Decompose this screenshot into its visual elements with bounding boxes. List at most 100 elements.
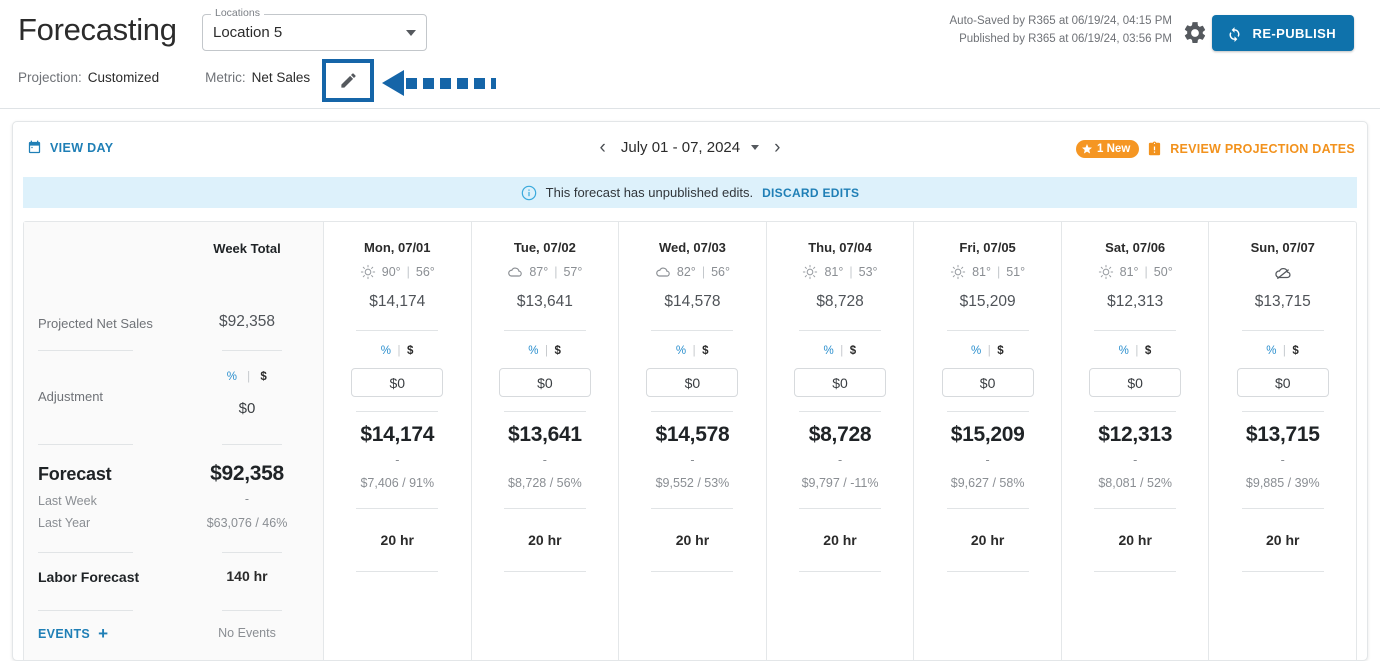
new-badge[interactable]: 1 New — [1076, 140, 1140, 158]
chevron-down-icon — [406, 29, 416, 36]
card-toolbar: VIEW DAY ‹ July 01 - 07, 2024 › 1 New RE… — [13, 122, 1367, 177]
week-total-forecast: $92,358 — [210, 462, 284, 485]
adjustment-input[interactable]: $0 — [498, 368, 591, 397]
day-header: Thu, 07/04 81° | 53° — [777, 222, 904, 280]
arrow-dash — [457, 77, 468, 89]
locations-select-label: Locations — [211, 7, 264, 19]
new-badge-label: 1 New — [1097, 143, 1131, 155]
review-projection-dates-link[interactable]: REVIEW PROJECTION DATES — [1170, 142, 1355, 156]
adjustment-cell: % | $ $0 — [334, 331, 461, 411]
toggle-dollar[interactable]: $ — [260, 371, 267, 383]
clipboard-alert-icon[interactable] — [1147, 141, 1162, 157]
labor-forecast-value: 20 hr — [823, 532, 857, 548]
row-label-last-week: Last Week — [38, 494, 97, 508]
events-cell[interactable] — [629, 572, 756, 612]
metric-label: Metric: — [205, 70, 246, 85]
last-week-value: - — [690, 453, 695, 467]
divider — [222, 610, 282, 611]
day-name: Thu, 07/04 — [808, 240, 872, 255]
day-column: Mon, 07/01 90° | 56° $14,174% | $ $0 $14,174 - $7,… — [324, 222, 472, 660]
forecast-cell: $12,313 - $8,081 / 52% — [1072, 412, 1199, 508]
toggle-separator: | — [1135, 345, 1139, 357]
day-header: Sun, 07/07 — [1219, 222, 1346, 280]
day-header: Fri, 07/05 81° | 51° — [924, 222, 1051, 280]
prev-week-button[interactable]: ‹ — [587, 138, 619, 157]
edit-metric-button[interactable] — [322, 59, 374, 102]
next-week-button[interactable]: › — [761, 138, 793, 157]
adjustment-input[interactable]: $0 — [1236, 368, 1329, 397]
arrow-dash — [491, 77, 496, 89]
events-cell[interactable] — [482, 572, 609, 612]
toggle-dollar[interactable]: $ — [850, 345, 857, 357]
row-label-labor: Labor Forecast — [38, 569, 140, 585]
info-icon — [521, 185, 536, 200]
row-label-last-year: Last Year — [38, 516, 91, 530]
adjustment-input[interactable]: $0 — [646, 368, 739, 397]
arrow-dash — [423, 77, 434, 89]
divider — [222, 552, 282, 553]
forecast-amount: $15,209 — [950, 423, 1025, 446]
labor-forecast-value: 20 hr — [380, 532, 415, 548]
toggle-dollar[interactable]: $ — [1292, 345, 1299, 357]
settings-button[interactable] — [1182, 20, 1208, 46]
toggle-percent[interactable]: % — [1266, 345, 1277, 357]
save-status: Auto-Saved by R365 at 06/19/24, 04:15 PM… — [950, 13, 1172, 49]
discard-edits-link[interactable]: DISCARD EDITS — [762, 186, 859, 200]
toggle-dollar[interactable]: $ — [407, 345, 414, 357]
events-cell[interactable] — [334, 572, 461, 612]
toggle-dollar[interactable]: $ — [997, 345, 1004, 357]
divider — [38, 610, 133, 611]
chevron-down-icon[interactable] — [751, 145, 760, 150]
day-name: Sat, 07/06 — [1105, 240, 1166, 255]
toggle-dollar[interactable]: $ — [702, 345, 709, 357]
adjustment-input[interactable]: $0 — [794, 368, 887, 397]
events-cell[interactable] — [1072, 572, 1199, 612]
adjustment-input[interactable]: $0 — [351, 368, 444, 397]
toggle-percent[interactable]: % — [676, 345, 687, 357]
refresh-icon — [1229, 26, 1240, 42]
day-name: Fri, 07/05 — [959, 240, 1016, 255]
adjustment-input[interactable]: $0 — [941, 368, 1034, 397]
gear-icon — [1184, 22, 1206, 43]
events-cell[interactable] — [924, 572, 1051, 612]
toggle-percent[interactable]: % — [823, 345, 834, 357]
plus-icon: + — [98, 624, 109, 643]
events-add-button[interactable]: EVENTS + — [38, 625, 108, 642]
toggle-percent[interactable]: % — [227, 371, 238, 383]
toggle-percent[interactable]: % — [971, 345, 982, 357]
projected-net-sales: $15,209 — [959, 293, 1016, 310]
events-cell[interactable] — [777, 572, 904, 612]
row-label-adjustment: Adjustment — [38, 389, 104, 404]
toggle-dollar[interactable]: $ — [1145, 345, 1152, 357]
adjustment-cell: % | $ $0 — [777, 331, 904, 411]
last-week-value: - — [837, 453, 843, 467]
toggle-percent[interactable]: % — [528, 345, 539, 357]
day-name: Sun, 07/07 — [1250, 240, 1315, 255]
adjustment-toggle: % | $ — [528, 345, 561, 357]
last-week-value: - — [542, 453, 547, 467]
date-range-label[interactable]: July 01 - 07, 2024 — [621, 139, 740, 156]
adjustment-input[interactable]: $0 — [1089, 368, 1182, 397]
projection-metric-row: Projection: Customized Metric: Net Sales — [18, 70, 310, 85]
day-name: Wed, 07/03 — [658, 240, 726, 255]
events-cell[interactable] — [1219, 572, 1346, 612]
locations-select[interactable]: Location 5 Locations — [202, 7, 427, 51]
arrow-dash — [474, 77, 485, 89]
day-column: Wed, 07/03 82° | 56° $14,578% | $ $0 $14,578 - $9,… — [619, 222, 767, 660]
day-column: Thu, 07/04 81° | 53° $8,728% | $ $0 $8,728 - $9,79… — [767, 222, 915, 660]
toggle-percent[interactable]: % — [381, 345, 392, 357]
locations-select-box[interactable]: Location 5 — [202, 14, 427, 51]
day-header: Mon, 07/01 90° | 56° — [334, 222, 461, 280]
day-header: Tue, 07/02 87° | 57° — [482, 222, 609, 279]
week-total-labor: 140 hr — [226, 568, 268, 584]
week-total-column: Week Total Projected Net Sales $92,358 A… — [24, 222, 324, 660]
toggle-dollar[interactable]: $ — [555, 345, 562, 357]
projected-net-sales: $14,174 — [369, 293, 426, 310]
labor-forecast-value: 20 hr — [675, 532, 710, 548]
forecast-amount: $8,728 — [808, 423, 872, 446]
toggle-separator: | — [840, 345, 844, 357]
week-total-last-year: $63,076 / 46% — [206, 516, 288, 530]
adjustment-toggle: % | $ — [676, 345, 709, 357]
toggle-percent[interactable]: % — [1119, 345, 1130, 357]
republish-button[interactable]: RE-PUBLISH — [1211, 15, 1354, 51]
